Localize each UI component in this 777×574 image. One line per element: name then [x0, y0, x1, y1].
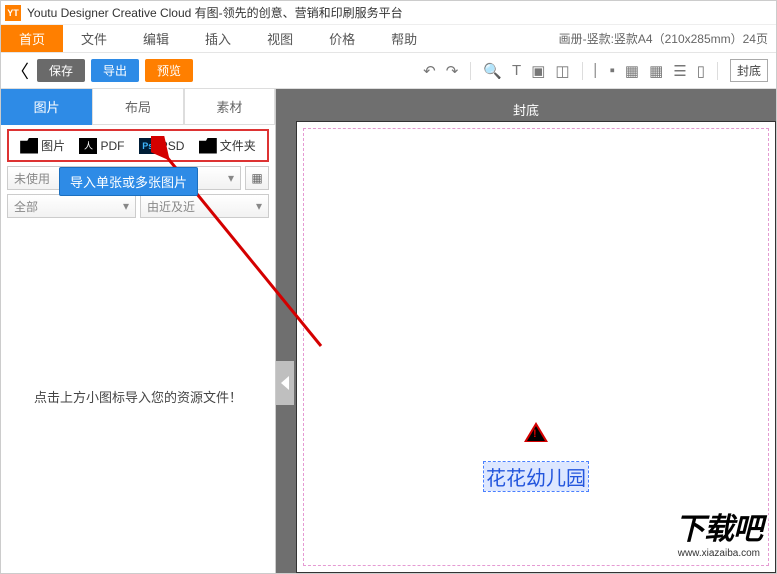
warning-icon[interactable]: !	[524, 422, 548, 442]
page-label: 封底	[513, 100, 539, 119]
import-folder-button[interactable]: 文件夹	[199, 137, 256, 154]
watermark-text: 下载吧	[675, 504, 762, 548]
chevron-down-icon: ▾	[256, 199, 262, 213]
import-tooltip: 导入单张或多张图片	[59, 167, 198, 196]
text-element[interactable]: 花花幼儿园	[484, 462, 588, 491]
app-logo: YT	[5, 5, 21, 21]
tab-material[interactable]: 素材	[184, 89, 275, 125]
tab-image[interactable]: 图片	[1, 89, 92, 125]
toolbar-icons: ↶ ↷ 🔍 T ▣ ◫ ⎸▪ ▦ ▦ ☰ ▯ 封底	[423, 59, 768, 82]
import-psd-button[interactable]: Ps PSD	[139, 138, 185, 154]
grid-icon[interactable]: ▦	[649, 62, 663, 80]
folder-icon	[20, 138, 38, 154]
watermark: 下载吧 www.xiazaiba.com	[675, 504, 762, 559]
page-icon[interactable]: ▯	[697, 62, 705, 80]
image-tool-icon[interactable]: ▣	[531, 62, 545, 80]
import-image-button[interactable]: 图片	[20, 137, 65, 154]
export-button[interactable]: 导出	[91, 59, 139, 82]
empty-hint: 点击上方小图标导入您的资源文件！	[1, 220, 275, 573]
sidebar-tabs: 图片 布局 素材	[1, 89, 275, 125]
watermark-url: www.xiazaiba.com	[676, 548, 762, 559]
shape-tool-icon[interactable]: ◫	[555, 62, 569, 80]
import-row: 图片 人 PDF Ps PSD 文件夹	[7, 129, 269, 162]
back-button[interactable]: 〈	[9, 60, 31, 82]
titlebar: YT Youtu Designer Creative Cloud 有图-领先的创…	[1, 1, 776, 25]
zoom-icon[interactable]: 🔍	[483, 62, 502, 80]
menu-file[interactable]: 文件	[63, 25, 125, 52]
redo-icon[interactable]: ↷	[446, 62, 459, 80]
text-tool-icon[interactable]: T	[512, 62, 521, 79]
cover-button[interactable]: 封底	[730, 59, 768, 82]
import-psd-label: PSD	[160, 139, 185, 153]
menu-price[interactable]: 价格	[311, 25, 373, 52]
filter-sort[interactable]: 由近及近▾	[140, 194, 269, 218]
chevron-down-icon: ▾	[123, 199, 129, 213]
align-icon[interactable]: ⎸▪	[595, 62, 615, 79]
menu-view[interactable]: 视图	[249, 25, 311, 52]
import-folder-label: 文件夹	[220, 137, 256, 154]
psd-icon: Ps	[139, 138, 157, 154]
collapse-sidebar-handle[interactable]	[276, 361, 294, 405]
window-title: Youtu Designer Creative Cloud 有图-领先的创意、营…	[27, 4, 403, 21]
tab-layout[interactable]: 布局	[92, 89, 183, 125]
folder-icon	[199, 138, 217, 154]
sidebar: 图片 布局 素材 图片 人 PDF Ps PSD 文件夹 未使用▾	[1, 89, 276, 573]
filter-all[interactable]: 全部▾	[7, 194, 136, 218]
import-pdf-button[interactable]: 人 PDF	[79, 138, 124, 154]
menu-insert[interactable]: 插入	[187, 25, 249, 52]
toolbar: 〈 保存 导出 预览 ↶ ↷ 🔍 T ▣ ◫ ⎸▪ ▦ ▦ ☰ ▯ 封底	[1, 53, 776, 89]
document-info: 画册-竖款:竖款A4（210x285mm）24页	[559, 25, 776, 52]
distribute-icon[interactable]: ▦	[625, 62, 639, 80]
list-icon[interactable]: ☰	[673, 62, 686, 80]
menu-home[interactable]: 首页	[1, 25, 63, 52]
import-image-label: 图片	[41, 137, 65, 154]
import-pdf-label: PDF	[100, 139, 124, 153]
undo-icon[interactable]: ↶	[423, 62, 436, 80]
menu-edit[interactable]: 编辑	[125, 25, 187, 52]
chevron-down-icon: ▾	[228, 171, 234, 185]
filter-row-2: 全部▾ 由近及近▾	[1, 192, 275, 220]
menubar: 首页 文件 编辑 插入 视图 价格 帮助 画册-竖款:竖款A4（210x285m…	[1, 25, 776, 53]
save-button[interactable]: 保存	[37, 59, 85, 82]
canvas-area[interactable]: 封底 ! 花花幼儿园 !	[276, 89, 776, 573]
preview-button[interactable]: 预览	[145, 59, 193, 82]
main-area: 图片 布局 素材 图片 人 PDF Ps PSD 文件夹 未使用▾	[1, 89, 776, 573]
pdf-icon: 人	[79, 138, 97, 154]
grid-view-icon[interactable]: ▦	[245, 166, 269, 190]
menu-help[interactable]: 帮助	[373, 25, 435, 52]
